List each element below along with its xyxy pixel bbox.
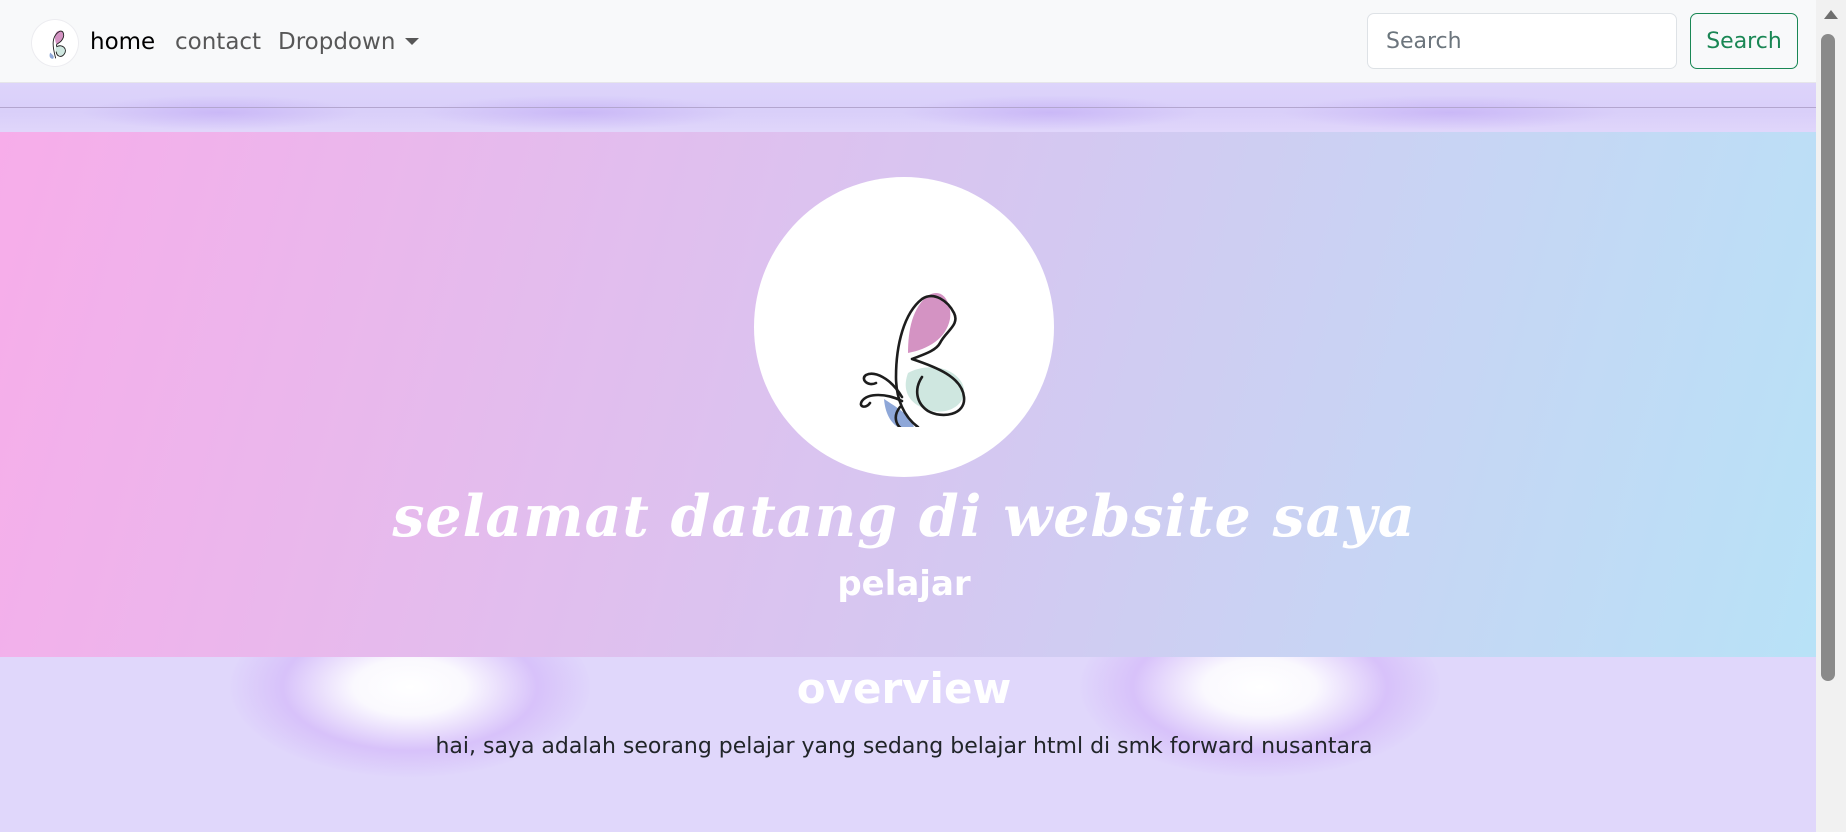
hero-title: selamat datang di website saya [392,483,1416,550]
navbar: home contact Dropdown Search [0,0,1816,83]
nav-dropdown-label: Dropdown [278,29,396,55]
butterfly-icon [859,293,966,427]
butterfly-logo-icon[interactable] [32,20,78,66]
overview-text: hai, saya adalah seorang pelajar yang se… [435,734,1373,759]
page-scrollbar[interactable] [1816,0,1846,832]
caret-down-icon [405,38,420,45]
divider [0,107,1816,108]
background-glow [1280,95,1620,130]
background-glow [420,95,740,130]
overview-title: overview [796,664,1012,713]
hero-section: selamat datang di website saya pelajar [0,132,1816,657]
search-button[interactable]: Search [1690,13,1798,69]
search-input[interactable] [1367,13,1677,69]
profile-avatar [754,177,1054,477]
nav-link-contact[interactable]: contact [175,28,261,56]
scrollbar-thumb[interactable] [1821,34,1835,681]
hero-subtitle: pelajar [837,564,971,604]
background-glow [900,95,1200,130]
scroll-up-arrow-icon[interactable] [1824,10,1838,19]
nav-link-home[interactable]: home [90,28,155,56]
background-glow [80,95,360,130]
nav-dropdown-toggle[interactable]: Dropdown [278,28,420,56]
